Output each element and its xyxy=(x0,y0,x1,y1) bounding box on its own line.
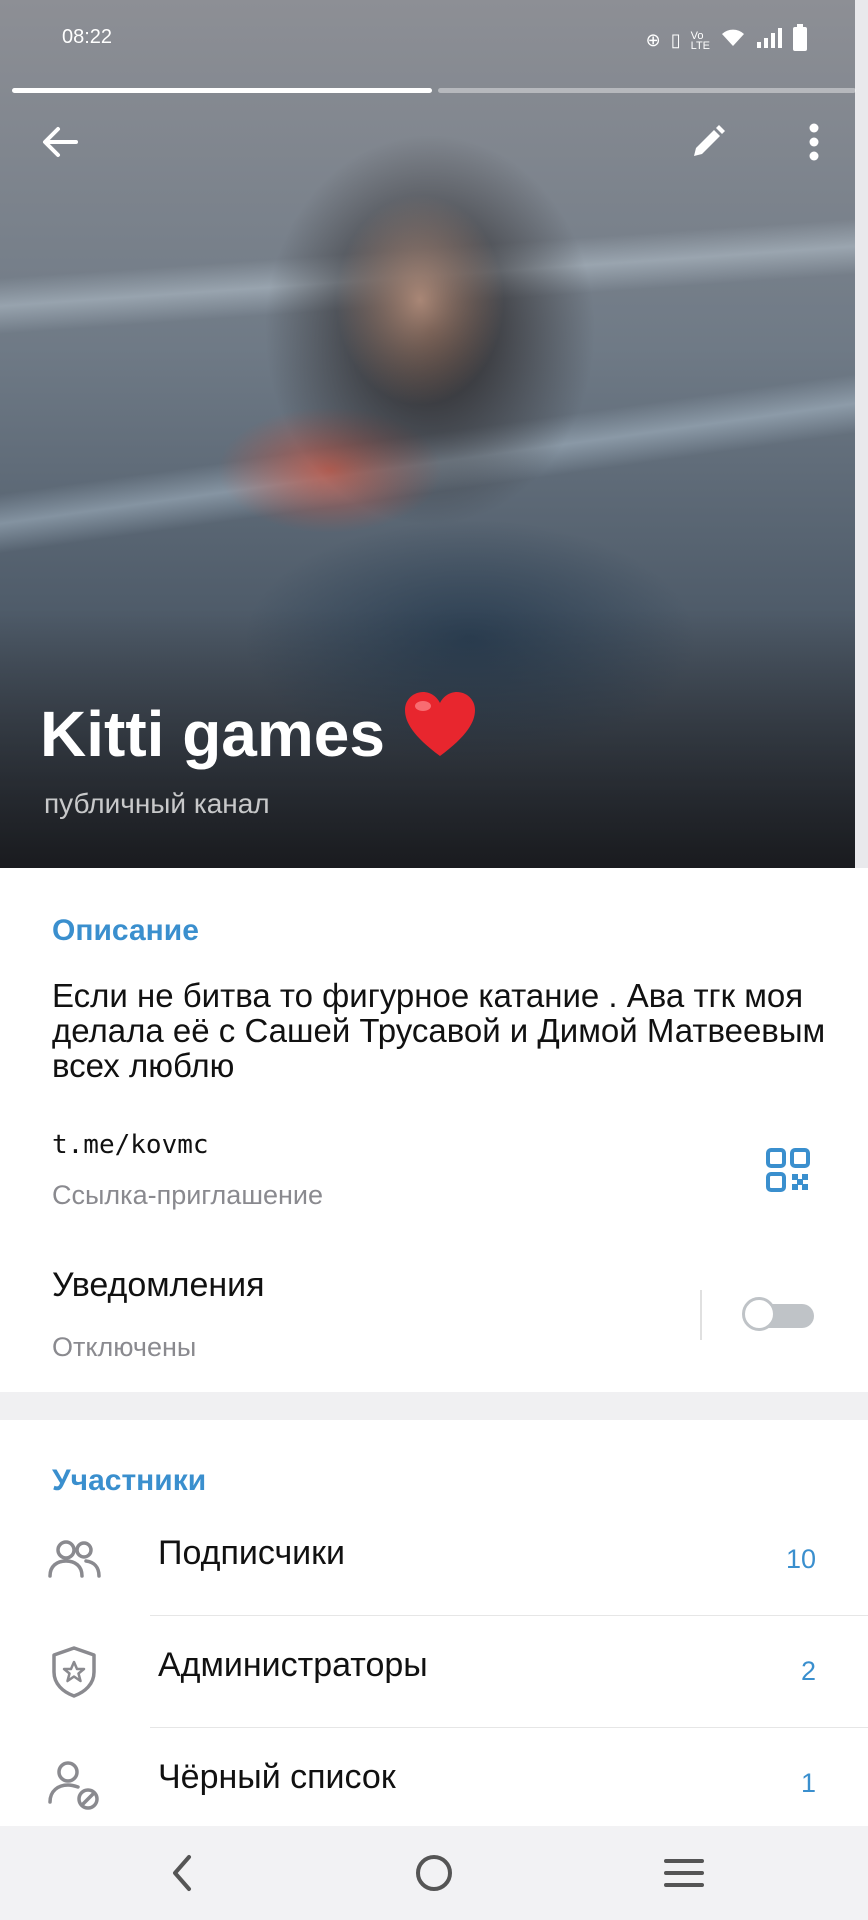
vibrate-icon: ▯ xyxy=(670,30,681,50)
notifications-status: Отключены xyxy=(52,1332,197,1362)
channel-type: публичный канал xyxy=(44,788,270,819)
more-options-button[interactable] xyxy=(784,112,844,172)
arrow-left-icon xyxy=(43,127,78,157)
notifications-toggle[interactable] xyxy=(742,1297,814,1331)
administrators-count: 2 xyxy=(800,1656,816,1686)
more-vertical-icon xyxy=(809,123,819,161)
nav-recents-button[interactable] xyxy=(644,1840,724,1906)
blacklist-count: 1 xyxy=(800,1768,816,1798)
circle-home-icon xyxy=(416,1855,452,1891)
channel-title: Kitti games xyxy=(40,690,477,775)
subscribers-row[interactable]: Подписчики 10 xyxy=(0,1504,868,1616)
qr-code-icon xyxy=(766,1148,810,1192)
chevron-left-icon xyxy=(173,1855,191,1891)
pencil-icon xyxy=(694,125,725,156)
invite-link-caption: Ссылка-приглашение xyxy=(52,1180,324,1210)
volte-icon: Vo LTE xyxy=(690,29,710,52)
back-button[interactable] xyxy=(30,112,90,172)
administrators-label: Администраторы xyxy=(158,1646,428,1684)
blacklist-row[interactable]: Чёрный список 1 xyxy=(0,1728,868,1840)
system-nav-bar xyxy=(0,1826,868,1920)
invite-link[interactable]: t.me/kovmc xyxy=(52,1130,209,1160)
subscribers-icon xyxy=(48,1540,101,1578)
members-heading: Участники xyxy=(52,1464,207,1497)
qr-code-button[interactable] xyxy=(758,1140,818,1200)
signal-icon xyxy=(756,27,782,54)
blacklist-icon xyxy=(48,1761,99,1810)
status-icons: ⊕ ▯ Vo LTE xyxy=(646,24,808,57)
notifications-divider xyxy=(700,1290,702,1340)
toggle-knob xyxy=(742,1297,776,1331)
story-progress-active xyxy=(12,88,432,93)
wifi-icon xyxy=(720,28,746,53)
subscribers-label: Подписчики xyxy=(158,1534,346,1572)
blacklist-label: Чёрный список xyxy=(158,1758,396,1796)
data-saver-icon: ⊕ xyxy=(645,30,661,50)
description-heading: Описание xyxy=(52,914,199,947)
admin-shield-icon xyxy=(52,1646,96,1698)
hero-edge xyxy=(855,0,868,868)
channel-name: Kitti games xyxy=(40,698,385,770)
notifications-label[interactable]: Уведомления xyxy=(52,1266,265,1305)
edit-button[interactable] xyxy=(678,112,738,172)
story-progress-next xyxy=(438,88,856,93)
heart-emoji-icon xyxy=(403,690,477,775)
battery-icon xyxy=(792,24,808,57)
status-time: 08:22 xyxy=(62,26,113,48)
subscribers-count: 10 xyxy=(785,1544,816,1574)
administrators-row[interactable]: Администраторы 2 xyxy=(0,1616,868,1728)
nav-back-button[interactable] xyxy=(142,1840,222,1906)
nav-home-button[interactable] xyxy=(394,1840,474,1906)
channel-description: Если не битва то фигурное катание . Ава … xyxy=(52,977,826,1084)
menu-lines-icon xyxy=(664,1859,704,1887)
